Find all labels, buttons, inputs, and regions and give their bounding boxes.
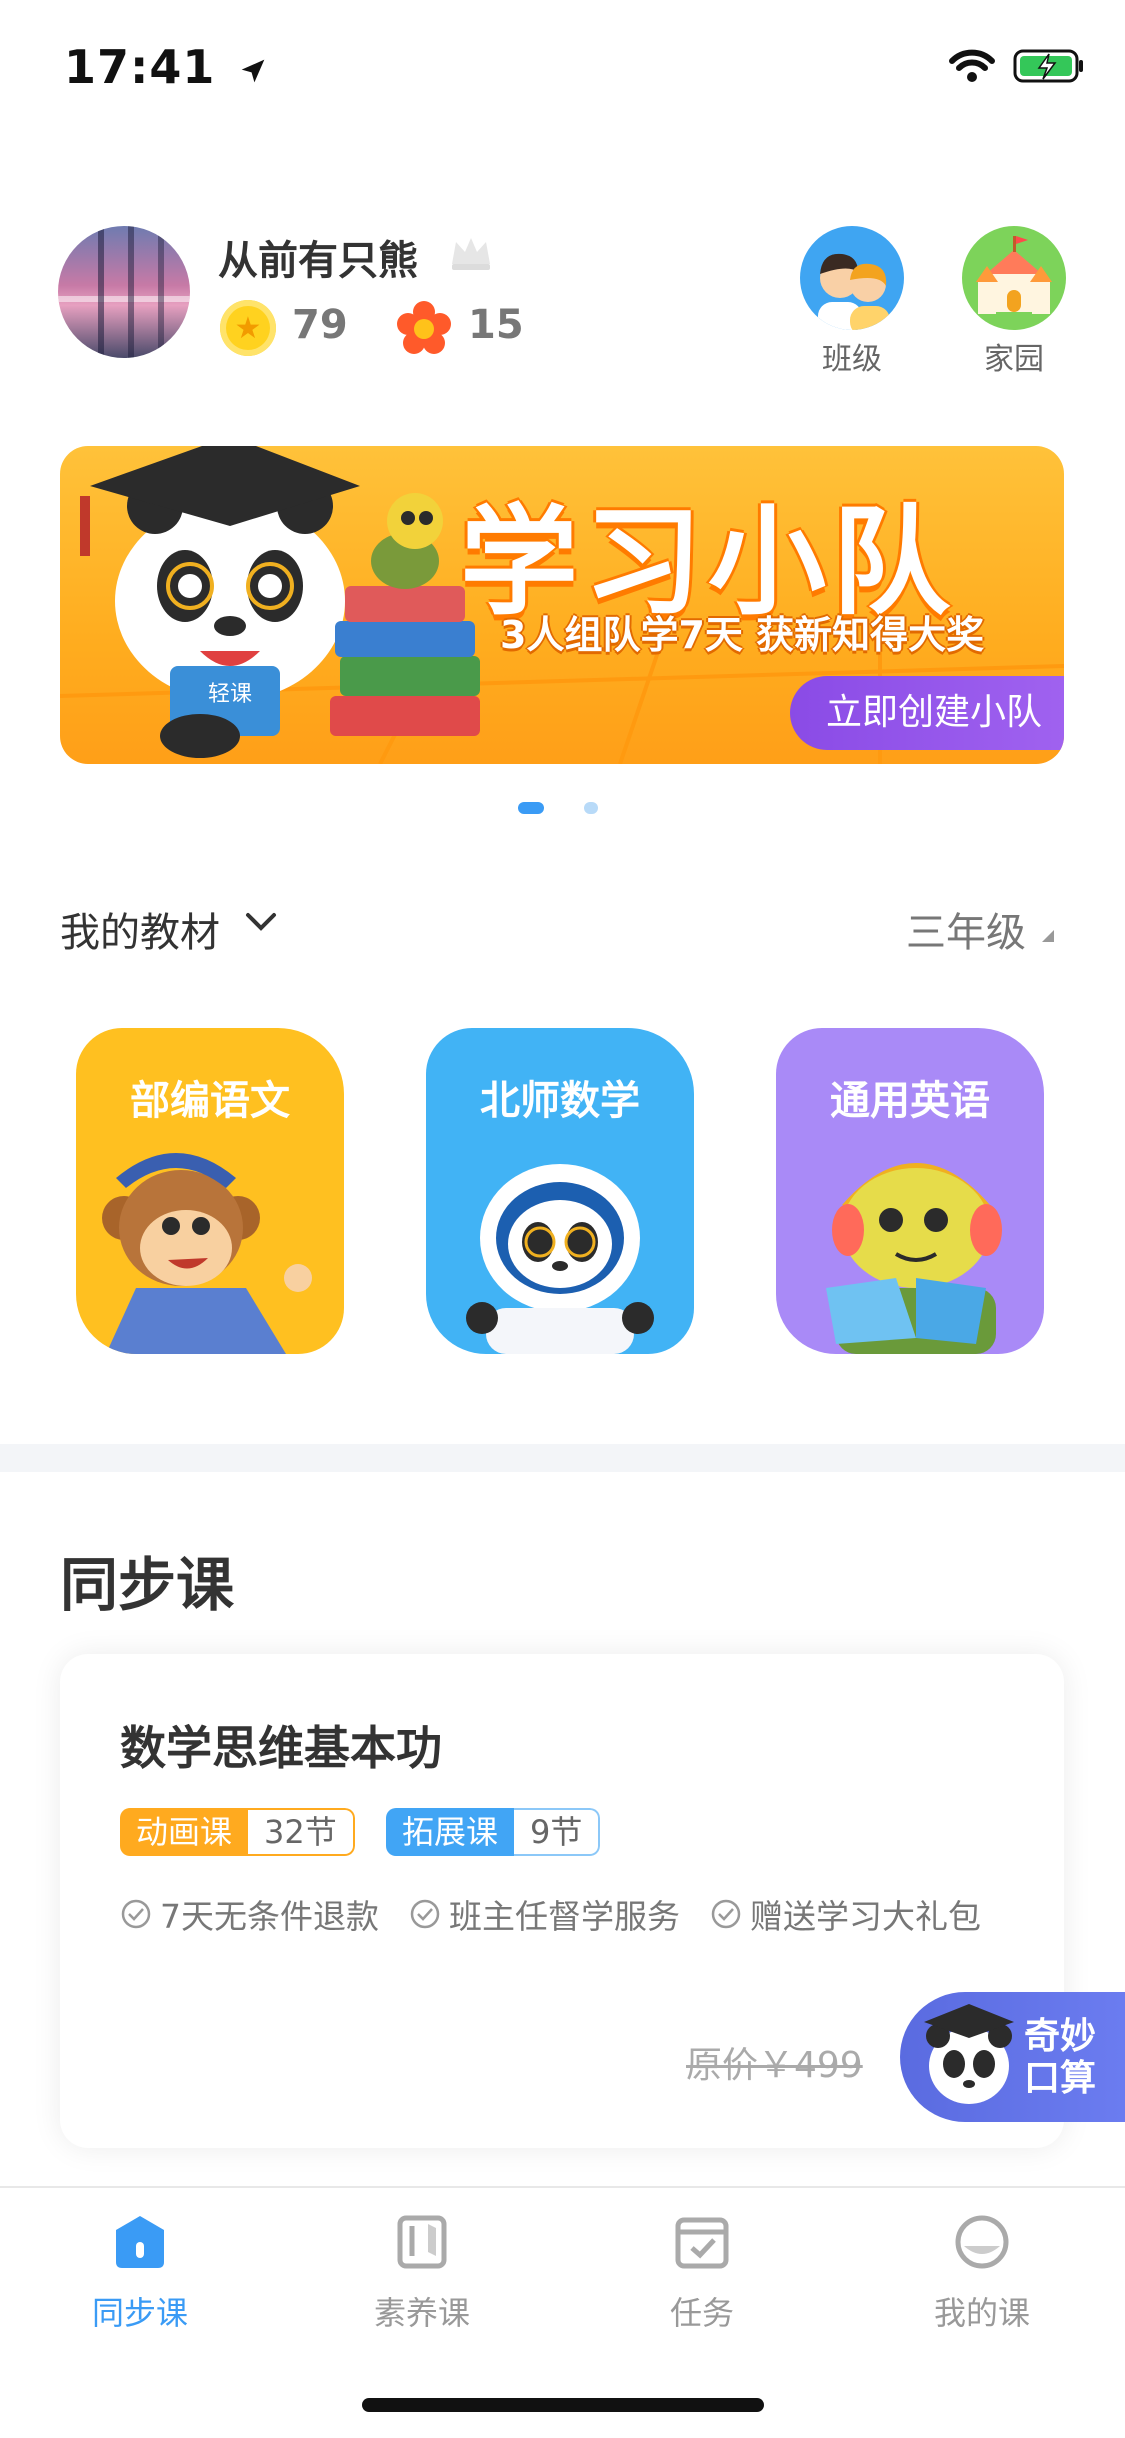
book-math-name: 北师数学 xyxy=(480,1078,640,1124)
quick-link-home[interactable]: 家园 xyxy=(962,226,1066,378)
tab-label: 同步课 xyxy=(91,2294,188,2332)
tag-count: 9节 xyxy=(514,1808,601,1856)
panda-mascot-icon: 轻课 xyxy=(80,446,360,758)
username: 从前有只熊 xyxy=(218,238,418,284)
tab-literacy-course[interactable]: 素养课 xyxy=(342,2212,502,2334)
tag-type: 动画课 xyxy=(120,1808,249,1856)
book-chinese[interactable]: 部编语文 xyxy=(76,1028,344,1354)
perk-text: 赠送学习大礼包 xyxy=(750,1897,981,1936)
castle-icon xyxy=(962,226,1066,330)
section-divider xyxy=(0,1444,1125,1472)
battery-charging-icon xyxy=(1013,49,1083,83)
grade-dropdown-icon[interactable] xyxy=(1042,930,1054,942)
class-icon xyxy=(800,226,904,330)
perk-text: 7天无条件退款 xyxy=(160,1897,379,1936)
tag-count: 32节 xyxy=(248,1808,355,1856)
flower-icon xyxy=(397,301,451,354)
perk-text: 班主任督学服务 xyxy=(449,1897,680,1936)
status-time: 17:41 xyxy=(64,40,270,94)
tab-tasks[interactable]: 任务 xyxy=(622,2212,782,2334)
turtle-mascot-icon xyxy=(826,1163,1002,1354)
tab-label: 任务 xyxy=(669,2294,734,2332)
tab-my-course[interactable]: 我的课 xyxy=(902,2212,1062,2334)
flower-count: 15 xyxy=(468,302,524,348)
books-turtle-icon xyxy=(330,493,480,736)
book-icon xyxy=(397,2215,447,2269)
book-chinese-name: 部编语文 xyxy=(130,1078,290,1124)
create-team-button[interactable]: 立即创建小队 xyxy=(790,676,1064,750)
check-circle-icon xyxy=(121,1899,151,1929)
course-name[interactable]: 数学思维基本功 xyxy=(120,1712,442,1778)
promo-banner[interactable]: 轻课 学习小队 3人组队学7天 获新知得大奖 立即创建小队 xyxy=(60,446,1064,764)
book-text: 轻课 xyxy=(208,682,252,707)
perk-item: 赠送学习大礼包 xyxy=(710,1890,981,1938)
perk-item: 7天无条件退款 xyxy=(120,1890,379,1938)
section-title-sync-course: 同步课 xyxy=(60,1551,235,1619)
chevron-down-icon[interactable] xyxy=(244,910,278,934)
book-math[interactable]: 北师数学 xyxy=(426,1028,694,1354)
home-icon xyxy=(116,2216,164,2268)
perk-item: 班主任督学服务 xyxy=(409,1890,680,1938)
home-indicator[interactable] xyxy=(362,2398,764,2412)
status-icons xyxy=(949,48,1085,84)
book-english-name: 通用英语 xyxy=(830,1078,990,1124)
avatar[interactable] xyxy=(58,226,190,358)
pagination-dot-active[interactable] xyxy=(518,802,544,814)
perk-list: 7天无条件退款 班主任督学服务 赠送学习大礼包 xyxy=(120,1890,981,1938)
tab-label: 素养课 xyxy=(373,2294,470,2332)
coin-count: 79 xyxy=(292,302,348,348)
quick-link-home-label: 家园 xyxy=(984,342,1044,377)
float-button-label: 奇妙 口算 xyxy=(1024,2016,1096,2100)
tab-sync-course[interactable]: 同步课 xyxy=(60,2212,220,2334)
pagination-dot[interactable] xyxy=(584,802,598,814)
panda-icon xyxy=(924,2004,1014,2104)
mental-math-float-button[interactable]: 奇妙 口算 xyxy=(900,1992,1125,2122)
banner-pagination[interactable] xyxy=(518,802,598,814)
float-button-line2: 口算 xyxy=(1024,2058,1097,2099)
crown-icon[interactable] xyxy=(448,234,494,272)
textbook-title[interactable]: 我的教材 xyxy=(60,900,220,958)
quick-link-class[interactable]: 班级 xyxy=(800,226,904,378)
astronaut-panda-icon xyxy=(466,1164,654,1354)
check-circle-icon xyxy=(711,1899,741,1929)
status-time-text: 17:41 xyxy=(64,40,216,94)
wifi-icon xyxy=(949,49,995,82)
tab-label: 我的课 xyxy=(933,2294,1030,2332)
monkey-mascot-icon xyxy=(102,1153,312,1354)
book-english[interactable]: 通用英语 xyxy=(776,1028,1044,1354)
tag-type: 拓展课 xyxy=(386,1808,515,1856)
my-course-icon xyxy=(955,2215,1009,2269)
task-icon xyxy=(675,2217,729,2269)
quick-link-class-label: 班级 xyxy=(822,342,882,377)
banner-subtitle: 3人组队学7天 获新知得大奖 xyxy=(500,613,985,657)
check-circle-icon xyxy=(410,1899,440,1929)
grade-selector[interactable]: 三年级 xyxy=(906,900,1026,958)
float-button-line1: 奇妙 xyxy=(1024,2016,1097,2057)
coin-icon: ★ xyxy=(220,300,276,356)
location-arrow-icon xyxy=(242,59,265,82)
tag-animation-course: 动画课 32节 xyxy=(120,1808,355,1856)
tag-extension-course: 拓展课 9节 xyxy=(386,1808,601,1856)
original-price: 原价￥499 xyxy=(686,2045,863,2086)
